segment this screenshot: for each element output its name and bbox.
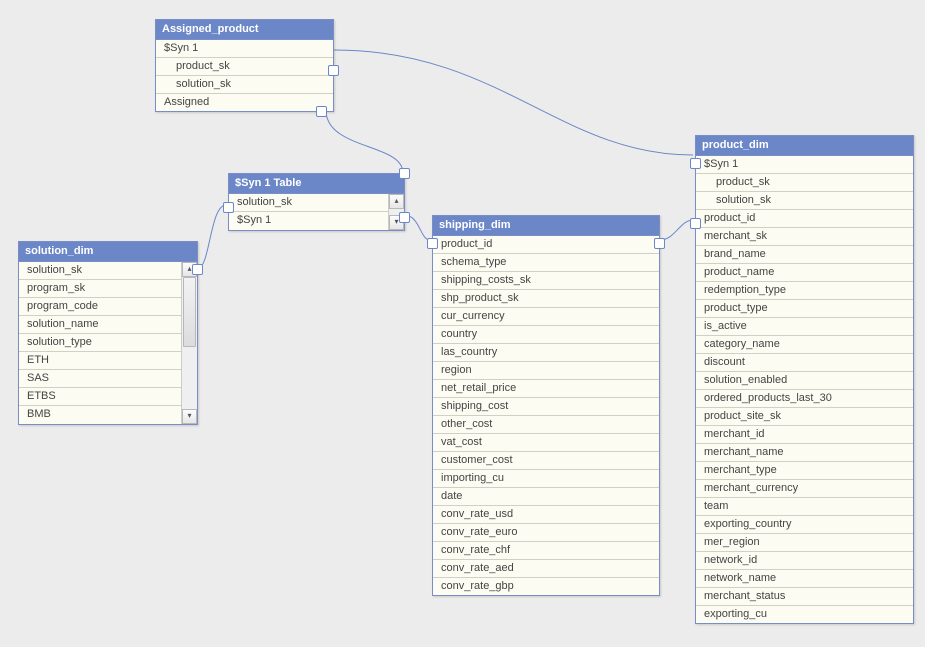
table-header[interactable]: shipping_dim (433, 216, 659, 236)
field-row[interactable]: merchant_type (696, 462, 913, 480)
table-body: solution_sk $Syn 1 ▴ ▾ (229, 194, 404, 230)
field-row[interactable]: region (433, 362, 659, 380)
connection-port[interactable] (328, 65, 339, 76)
field-row[interactable]: conv_rate_aed (433, 560, 659, 578)
connection-port[interactable] (427, 238, 438, 249)
connection-port[interactable] (654, 238, 665, 249)
field-row[interactable]: network_id (696, 552, 913, 570)
data-model-diagram: Assigned_product $Syn 1 product_sk solut… (0, 0, 925, 647)
field-row[interactable]: product_name (696, 264, 913, 282)
field-row[interactable]: exporting_cu (696, 606, 913, 623)
field-row[interactable]: product_type (696, 300, 913, 318)
field-row[interactable]: program_sk (19, 280, 182, 298)
scroll-up-button[interactable]: ▴ (389, 194, 404, 209)
table-header[interactable]: product_dim (696, 136, 913, 156)
field-row[interactable]: solution_sk (229, 194, 389, 212)
field-row[interactable]: product_id (433, 236, 659, 254)
field-row[interactable]: solution_sk (19, 262, 182, 280)
field-row[interactable]: country (433, 326, 659, 344)
table-header[interactable]: $Syn 1 Table (229, 174, 404, 194)
field-row[interactable]: shipping_cost (433, 398, 659, 416)
scroll-thumb[interactable] (183, 277, 196, 347)
table-shipping-dim[interactable]: shipping_dim product_id schema_type ship… (432, 215, 660, 596)
field-row[interactable]: mer_region (696, 534, 913, 552)
field-row[interactable]: $Syn 1 (696, 156, 913, 174)
field-row[interactable]: $Syn 1 (229, 212, 389, 229)
field-row[interactable]: merchant_name (696, 444, 913, 462)
field-row[interactable]: redemption_type (696, 282, 913, 300)
field-row[interactable]: ETH (19, 352, 182, 370)
table-body: $Syn 1 product_sk solution_sk Assigned (156, 40, 333, 111)
field-row[interactable]: product_id (696, 210, 913, 228)
table-product-dim[interactable]: product_dim $Syn 1 product_sk solution_s… (695, 135, 914, 624)
field-row[interactable]: merchant_sk (696, 228, 913, 246)
connection-port[interactable] (192, 264, 203, 275)
field-row[interactable]: solution_name (19, 316, 182, 334)
table-header[interactable]: solution_dim (19, 242, 197, 262)
field-row[interactable]: product_site_sk (696, 408, 913, 426)
table-solution-dim[interactable]: solution_dim solution_sk program_sk prog… (18, 241, 198, 425)
field-row[interactable]: network_name (696, 570, 913, 588)
field-row[interactable]: ordered_products_last_30 (696, 390, 913, 408)
field-row[interactable]: date (433, 488, 659, 506)
field-row[interactable]: shipping_costs_sk (433, 272, 659, 290)
field-row[interactable]: SAS (19, 370, 182, 388)
field-row[interactable]: product_sk (696, 174, 913, 192)
field-row[interactable]: solution_sk (696, 192, 913, 210)
field-row[interactable]: cur_currency (433, 308, 659, 326)
connection-port[interactable] (399, 168, 410, 179)
field-row[interactable]: brand_name (696, 246, 913, 264)
field-row[interactable]: is_active (696, 318, 913, 336)
field-row[interactable]: $Syn 1 (156, 40, 333, 58)
connection-port[interactable] (690, 158, 701, 169)
field-row[interactable]: net_retail_price (433, 380, 659, 398)
table-assigned-product[interactable]: Assigned_product $Syn 1 product_sk solut… (155, 19, 334, 112)
connection-port[interactable] (223, 202, 234, 213)
field-row[interactable]: merchant_id (696, 426, 913, 444)
field-row[interactable]: conv_rate_usd (433, 506, 659, 524)
field-row[interactable]: BMB (19, 406, 182, 423)
field-row[interactable]: team (696, 498, 913, 516)
field-row[interactable]: ETBS (19, 388, 182, 406)
field-row[interactable]: vat_cost (433, 434, 659, 452)
table-syn1[interactable]: $Syn 1 Table solution_sk $Syn 1 ▴ ▾ (228, 173, 405, 231)
field-row[interactable]: program_code (19, 298, 182, 316)
field-row[interactable]: other_cost (433, 416, 659, 434)
field-row[interactable]: product_sk (156, 58, 333, 76)
table-header[interactable]: Assigned_product (156, 20, 333, 40)
table-body: product_id schema_type shipping_costs_sk… (433, 236, 659, 595)
connection-port[interactable] (690, 218, 701, 229)
table-body: solution_sk program_sk program_code solu… (19, 262, 197, 424)
field-row[interactable]: solution_sk (156, 76, 333, 94)
field-row[interactable]: las_country (433, 344, 659, 362)
field-row[interactable]: conv_rate_gbp (433, 578, 659, 595)
scroll-down-button[interactable]: ▾ (182, 409, 197, 424)
table-body: $Syn 1 product_sk solution_sk product_id… (696, 156, 913, 623)
field-row[interactable]: importing_cu (433, 470, 659, 488)
field-row[interactable]: schema_type (433, 254, 659, 272)
field-row[interactable]: solution_enabled (696, 372, 913, 390)
scrollbar[interactable]: ▴ ▾ (181, 262, 197, 424)
field-row[interactable]: merchant_status (696, 588, 913, 606)
field-row[interactable]: discount (696, 354, 913, 372)
field-row[interactable]: solution_type (19, 334, 182, 352)
field-row[interactable]: conv_rate_chf (433, 542, 659, 560)
connection-port[interactable] (399, 212, 410, 223)
connection-port[interactable] (316, 106, 327, 117)
field-row[interactable]: category_name (696, 336, 913, 354)
field-row[interactable]: merchant_currency (696, 480, 913, 498)
field-row[interactable]: Assigned (156, 94, 333, 111)
field-row[interactable]: customer_cost (433, 452, 659, 470)
field-row[interactable]: shp_product_sk (433, 290, 659, 308)
field-row[interactable]: conv_rate_euro (433, 524, 659, 542)
field-row[interactable]: exporting_country (696, 516, 913, 534)
